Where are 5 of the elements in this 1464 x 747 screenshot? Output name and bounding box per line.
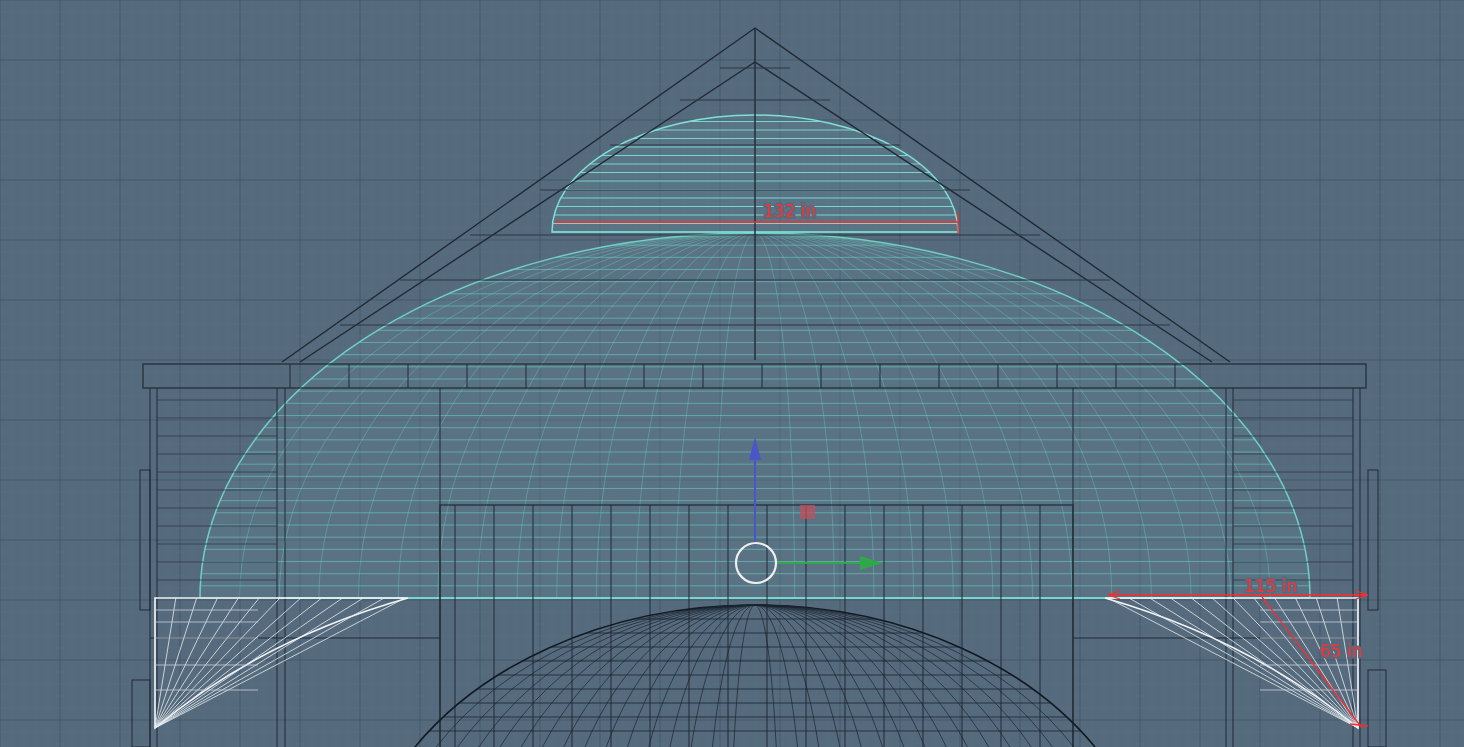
dimension-label: 115 in — [1244, 576, 1298, 596]
plane-handle[interactable] — [800, 505, 815, 519]
horizontal-axis-arrow[interactable] — [776, 556, 883, 570]
dimension-label: 132 in — [763, 201, 817, 221]
pivot-handle[interactable] — [734, 541, 778, 585]
